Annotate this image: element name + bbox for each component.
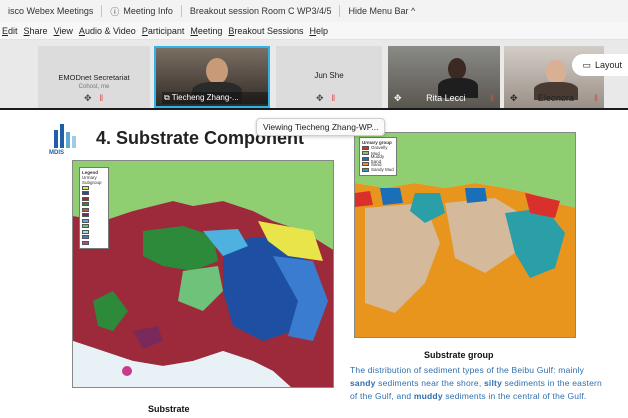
legend-swatch <box>82 235 89 240</box>
keyword-silty: silty <box>483 378 502 388</box>
participant-video-strip: EMODnet Secretariat Cohost, me ✥ ǁ ⧉ Tie… <box>0 40 628 110</box>
breakout-session-label: Breakout session Room C WP3/4/5 <box>189 6 332 16</box>
person-head <box>546 60 566 84</box>
info-icon: ⓘ <box>110 6 120 17</box>
person-head <box>448 58 466 80</box>
substrate-group-map: Urmary group Gravelly Mud Muddy Sand Sand Sa… <box>354 132 576 338</box>
substrate-group-legend: Urmary group Gravelly Mud Muddy Sand Sand Sa… <box>359 137 397 176</box>
legend-swatch <box>362 145 369 150</box>
app-title: isco Webex Meetings <box>8 6 94 16</box>
menu-edit[interactable]: Edit <box>2 26 18 36</box>
network-icon: ✥ <box>394 93 402 103</box>
legend-swatch <box>82 191 89 196</box>
substrate-map-graphic <box>73 161 333 387</box>
legend-label: Sand <box>371 161 382 167</box>
participant-tile[interactable]: Jun She ✥ ǁ <box>276 46 382 108</box>
legend-swatch <box>82 229 89 234</box>
logo-text: MDIS <box>49 150 64 156</box>
legend-rows: Gravelly Mud Muddy Sand Sand Sandy Mud <box>362 145 394 173</box>
menu-help[interactable]: Help <box>309 26 328 36</box>
keyword-sandy: sandy <box>350 378 376 388</box>
tile-status-icons: ✥ ǁ <box>84 93 103 104</box>
legend-swatch <box>362 156 369 161</box>
legend-swatch <box>82 202 89 207</box>
legend-swatch <box>82 240 89 245</box>
substrate-legend: Legend Urmary Subgroup <box>79 167 109 249</box>
legend-swatch <box>82 213 89 218</box>
menu-meeting[interactable]: Meeting <box>190 26 222 36</box>
legend-swatch <box>82 196 89 201</box>
legend-swatch <box>82 207 89 212</box>
legend-swatch <box>362 162 369 167</box>
participant-tile[interactable]: ✥ Rita Lecci ǁ <box>388 46 500 108</box>
slide-description: The distribution of sediment types of th… <box>350 365 602 401</box>
network-icon: ✥ <box>316 93 324 103</box>
network-icon: ✥ <box>510 93 518 103</box>
mdis-logo-icon <box>54 124 76 148</box>
menu-bar: Edit Share View Audio & Video Participan… <box>0 22 628 40</box>
participant-name: Eleonora <box>537 93 574 103</box>
tile-status-icons: ✥ ǁ <box>316 93 335 104</box>
network-icon: ✥ <box>84 93 92 103</box>
screen-share-icon: ⧉ <box>164 93 172 102</box>
legend-swatch <box>82 218 89 223</box>
mic-muted-icon: ǁ <box>331 93 336 103</box>
layout-icon: ▭ <box>582 59 591 70</box>
shared-slide: MDIS 4. Substrate Component Legend Urmar… <box>0 110 628 418</box>
tile-status-icons: ✥ Rita Lecci ǁ <box>394 93 494 104</box>
hide-menu-bar-button[interactable]: Hide Menu Bar ^ <box>340 6 423 16</box>
mic-muted-icon: ǁ <box>490 93 494 103</box>
viewing-banner: Viewing Tiecheng Zhang-WP... <box>256 118 386 136</box>
legend-item: Sandy Mud <box>362 167 394 173</box>
keyword-muddy: muddy <box>413 391 443 401</box>
participant-name: Rita Lecci <box>426 93 466 103</box>
mic-muted-icon: ǁ <box>99 93 104 103</box>
menu-view[interactable]: View <box>54 26 73 36</box>
legend-item <box>82 240 106 246</box>
layout-button[interactable]: ▭ Layout <box>572 54 628 76</box>
meeting-info-button[interactable]: ⓘ Meeting Info <box>102 5 181 18</box>
menu-breakout-sessions[interactable]: Breakout Sessions <box>228 26 303 36</box>
substrate-map: Legend Urmary Subgroup <box>72 160 334 388</box>
participant-name: ⧉ Tiecheng Zhang-... <box>162 92 268 104</box>
legend-item: Muddy Sand <box>362 154 394 164</box>
substrate-group-caption: Substrate group <box>424 350 494 360</box>
mic-muted-icon: ǁ <box>594 93 598 103</box>
menu-audio-video[interactable]: Audio & Video <box>79 26 136 36</box>
participant-tile-active[interactable]: ⧉ Tiecheng Zhang-... <box>154 46 270 108</box>
legend-swatch <box>362 167 369 172</box>
substrate-caption: Substrate <box>148 404 190 414</box>
participant-role: Cohost, me <box>78 84 110 90</box>
menu-share[interactable]: Share <box>24 26 48 36</box>
legend-rows <box>82 185 106 246</box>
legend-swatch <box>82 224 89 229</box>
person-head <box>206 58 228 84</box>
participant-tile[interactable]: EMODnet Secretariat Cohost, me ✥ ǁ <box>38 46 150 108</box>
participant-name: Jun She <box>314 71 344 80</box>
menu-participant[interactable]: Participant <box>142 26 185 36</box>
legend-title: Urmary group <box>362 140 392 145</box>
legend-label: Gravelly <box>371 145 388 151</box>
window-titlebar: isco Webex Meetings ⓘ Meeting Info Break… <box>0 0 628 22</box>
legend-swatch <box>362 151 369 156</box>
tile-status-icons: ✥ Eleonora ǁ <box>510 93 598 104</box>
legend-swatch <box>82 185 89 190</box>
participant-name: EMODnet Secretariat <box>58 73 130 82</box>
legend-label: Sandy Mud <box>371 167 394 173</box>
